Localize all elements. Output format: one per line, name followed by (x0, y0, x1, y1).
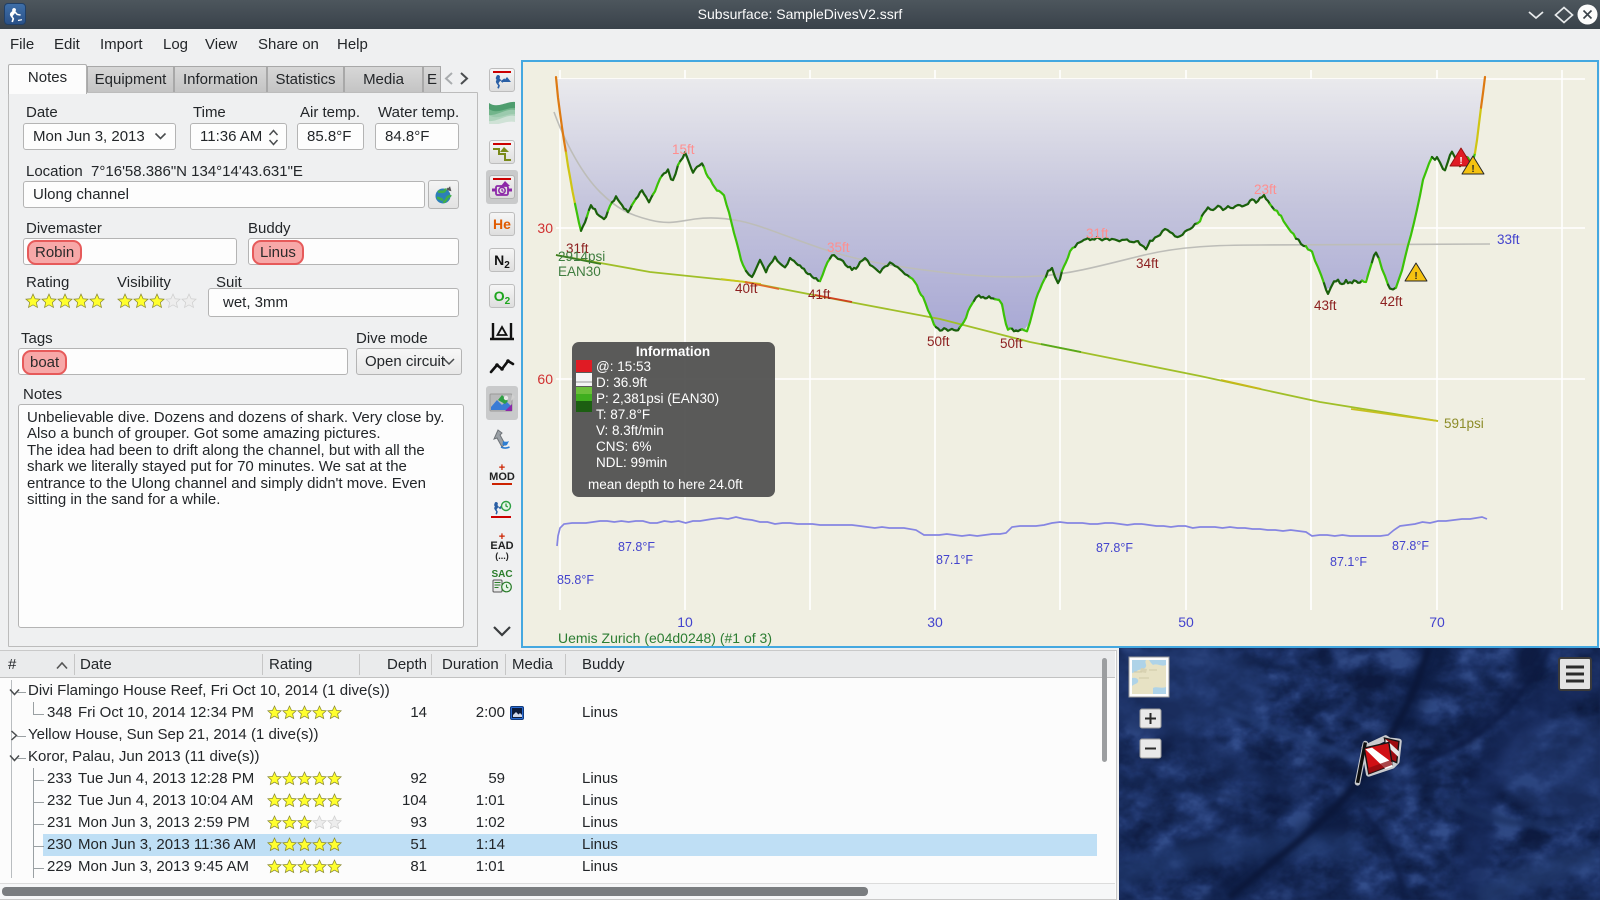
svg-text:@: 15:53: @: 15:53 (596, 359, 651, 374)
svg-text:591psi: 591psi (1444, 416, 1484, 431)
svg-text:40ft: 40ft (735, 281, 758, 296)
svg-text:D: 36.9ft: D: 36.9ft (596, 375, 647, 390)
svg-text:85.8°F: 85.8°F (557, 573, 594, 587)
svg-text:70: 70 (1429, 614, 1445, 630)
svg-text:2914psi: 2914psi (558, 249, 605, 264)
svg-text:EAN30: EAN30 (558, 264, 601, 279)
svg-text:Uemis Zurich (e04d0248) (#1 of: Uemis Zurich (e04d0248) (#1 of 3) (558, 630, 772, 646)
svg-text:!: ! (1471, 164, 1474, 175)
svg-text:V: 8.3ft/min: V: 8.3ft/min (596, 423, 664, 438)
svg-text:87.1°F: 87.1°F (1330, 555, 1367, 569)
svg-text:30: 30 (537, 220, 553, 236)
svg-text:42ft: 42ft (1380, 294, 1403, 309)
svg-text:87.8°F: 87.8°F (618, 540, 655, 554)
svg-text:31ft: 31ft (1086, 226, 1109, 241)
svg-text:P: 2,381psi (EAN30): P: 2,381psi (EAN30) (596, 391, 719, 406)
svg-text:23ft: 23ft (1254, 182, 1277, 197)
svg-text:50ft: 50ft (927, 334, 950, 349)
svg-text:33ft: 33ft (1497, 232, 1520, 247)
svg-text:Information: Information (636, 344, 710, 359)
svg-text:41ft: 41ft (808, 287, 831, 302)
svg-text:60: 60 (537, 371, 553, 387)
svg-text:NDL: 99min: NDL: 99min (596, 455, 667, 470)
svg-text:87.8°F: 87.8°F (1096, 541, 1133, 555)
svg-text:T: 87.8°F: T: 87.8°F (596, 407, 650, 422)
svg-text:mean depth to here 24.0ft: mean depth to here 24.0ft (588, 477, 743, 492)
svg-text:87.1°F: 87.1°F (936, 553, 973, 567)
svg-text:43ft: 43ft (1314, 298, 1337, 313)
svg-text:30: 30 (927, 614, 943, 630)
svg-text:15ft: 15ft (672, 142, 695, 157)
svg-text:34ft: 34ft (1136, 256, 1159, 271)
svg-text:CNS: 6%: CNS: 6% (596, 439, 652, 454)
svg-text:35ft: 35ft (827, 240, 850, 255)
svg-text:87.8°F: 87.8°F (1392, 539, 1429, 553)
svg-text:50: 50 (1178, 614, 1194, 630)
svg-text:!: ! (1414, 271, 1417, 282)
svg-text:10: 10 (677, 614, 693, 630)
svg-text:50ft: 50ft (1000, 336, 1023, 351)
svg-text:!: ! (1459, 156, 1462, 167)
